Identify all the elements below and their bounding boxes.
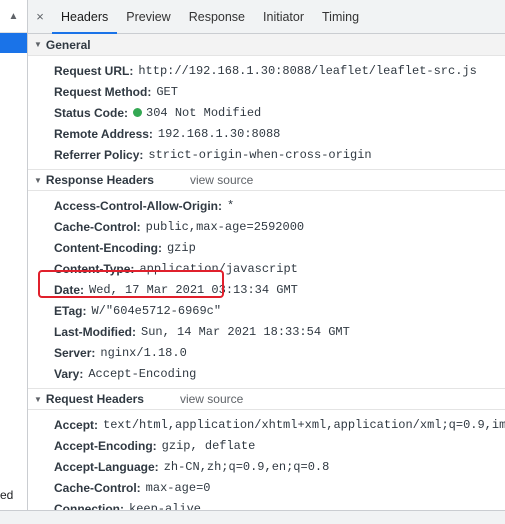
header-key: Cache-Control: xyxy=(54,480,141,495)
header-key: Last-Modified: xyxy=(54,324,136,339)
header-key: Connection: xyxy=(54,501,124,511)
bottom-scrollbar[interactable] xyxy=(0,510,505,524)
header-row: Cache-Control: max-age=0 xyxy=(28,477,505,498)
header-value: 192.168.1.30:8088 xyxy=(157,126,281,141)
header-row: Server: nginx/1.18.0 xyxy=(28,342,505,363)
header-value: 304 Not Modified xyxy=(146,105,262,120)
status-dot-icon xyxy=(133,108,143,117)
view-source-link[interactable]: view source xyxy=(180,392,243,406)
header-row: Accept: text/html,application/xhtml+xml,a… xyxy=(28,414,505,435)
expand-triangle-icon: ▼ xyxy=(34,394,42,404)
header-key: Vary: xyxy=(54,366,84,381)
header-row: Access-Control-Allow-Origin: * xyxy=(28,195,505,216)
tab-timing[interactable]: Timing xyxy=(313,0,368,33)
header-row: Connection: keep-alive xyxy=(28,498,505,511)
header-value: public,max-age=2592000 xyxy=(145,219,305,234)
header-value: nginx/1.18.0 xyxy=(100,345,187,360)
header-row: Cache-Control: public,max-age=2592000 xyxy=(28,216,505,237)
expand-triangle-icon: ▼ xyxy=(34,40,42,49)
close-icon[interactable]: × xyxy=(28,0,52,33)
header-value: zh-CN,zh;q=0.9,en;q=0.8 xyxy=(163,459,330,474)
tab-response[interactable]: Response xyxy=(180,0,254,33)
header-key: Referrer Policy: xyxy=(54,147,144,162)
header-value: * xyxy=(227,198,235,213)
view-source-link[interactable]: view source xyxy=(190,173,253,187)
selected-request-row[interactable] xyxy=(0,33,27,53)
header-value: Accept-Encoding xyxy=(88,366,197,381)
header-key: Status Code: xyxy=(54,105,129,120)
header-value: GET xyxy=(156,84,178,99)
header-key: Accept-Encoding: xyxy=(54,438,157,453)
expand-triangle-icon: ▼ xyxy=(34,175,42,185)
detail-tabbar: × Headers Preview Response Initiator Tim… xyxy=(28,0,505,34)
header-row: Accept-Encoding: gzip, deflate xyxy=(28,435,505,456)
header-value: max-age=0 xyxy=(145,480,211,495)
tab-headers[interactable]: Headers xyxy=(52,0,118,34)
header-key: Content-Encoding: xyxy=(54,240,162,255)
header-value: text/html,application/xhtml+xml,applicat… xyxy=(103,417,505,432)
response-headers-section-header[interactable]: ▼ Response Headers view source xyxy=(28,169,505,191)
header-key: Request Method: xyxy=(54,84,152,99)
request-list-pane: ▲ ed xyxy=(0,0,28,524)
header-value: Wed, 17 Mar 2021 03:13:34 GMT xyxy=(89,282,298,297)
header-key: Accept-Language: xyxy=(54,459,159,474)
header-value: keep-alive xyxy=(129,501,202,511)
header-value: W/"604e5712-6969c" xyxy=(91,303,222,318)
general-row-status-code: Status Code: 304 Not Modified xyxy=(28,102,505,123)
header-key: Content-Type: xyxy=(54,261,135,276)
header-key: Date: xyxy=(54,282,85,297)
header-row: Vary: Accept-Encoding xyxy=(28,363,505,384)
header-value: application/javascript xyxy=(139,261,298,276)
general-row-request-url: Request URL: http://192.168.1.30:8088/le… xyxy=(28,60,505,81)
header-value: Sun, 14 Mar 2021 18:33:54 GMT xyxy=(141,324,350,339)
header-key: Access-Control-Allow-Origin: xyxy=(54,198,223,213)
section-title: Request Headers xyxy=(45,392,144,406)
general-row-request-method: Request Method: GET xyxy=(28,81,505,102)
section-title: General xyxy=(45,37,91,52)
header-value: http://192.168.1.30:8088/leaflet/leaflet… xyxy=(138,63,477,78)
header-key: Accept: xyxy=(54,417,99,432)
header-row: Last-Modified: Sun, 14 Mar 2021 18:33:54 … xyxy=(28,321,505,342)
header-key: Server: xyxy=(54,345,96,360)
header-value: strict-origin-when-cross-origin xyxy=(148,147,372,162)
header-key: Request URL: xyxy=(54,63,134,78)
tab-initiator[interactable]: Initiator xyxy=(254,0,313,33)
header-row: Content-Type: application/javascript xyxy=(28,258,505,279)
header-value: gzip, deflate xyxy=(161,438,256,453)
header-row: ETag: W/"604e5712-6969c" xyxy=(28,300,505,321)
general-row-referrer-policy: Referrer Policy: strict-origin-when-cros… xyxy=(28,144,505,165)
truncated-request-label[interactable]: ed xyxy=(0,488,13,502)
header-key: ETag: xyxy=(54,303,87,318)
header-row: Date: Wed, 17 Mar 2021 03:13:34 GMT xyxy=(28,279,505,300)
section-title: Response Headers xyxy=(45,173,154,187)
general-row-remote-address: Remote Address: 192.168.1.30:8088 xyxy=(28,123,505,144)
header-key: Remote Address: xyxy=(54,126,153,141)
scroll-up-icon[interactable]: ▲ xyxy=(0,6,27,28)
header-key: Cache-Control: xyxy=(54,219,141,234)
header-row: Content-Encoding: gzip xyxy=(28,237,505,258)
general-section-header[interactable]: ▼ General xyxy=(28,34,505,56)
header-value: gzip xyxy=(166,240,196,255)
headers-panel: ▼ General Request URL: http://192.168.1.… xyxy=(28,34,505,510)
tab-preview[interactable]: Preview xyxy=(117,0,179,33)
request-headers-section-header[interactable]: ▼ Request Headers view source xyxy=(28,388,505,410)
header-row: Accept-Language: zh-CN,zh;q=0.9,en;q=0.8 xyxy=(28,456,505,477)
